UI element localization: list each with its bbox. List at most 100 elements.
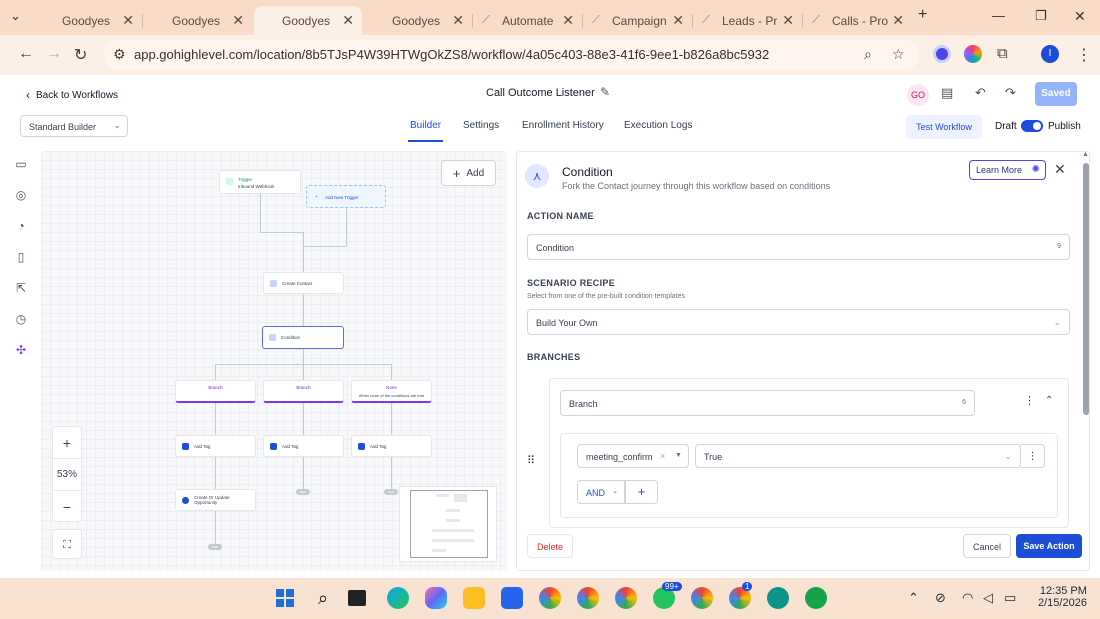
wifi-icon[interactable]: ◠ (962, 590, 973, 606)
browser-tab-5[interactable]: ⟋ Automate ✕ (474, 6, 583, 35)
tab-close-icon[interactable]: ✕ (232, 12, 244, 29)
tab-close-icon[interactable]: ✕ (452, 12, 464, 29)
close-window-icon[interactable]: ✕ (1074, 8, 1086, 25)
external-link-icon[interactable]: ⇱ (14, 281, 28, 295)
undo-icon[interactable]: ↶ (975, 85, 986, 101)
new-tab-plus-icon[interactable]: + (918, 6, 927, 24)
chrome-profile-1-icon[interactable] (539, 587, 561, 609)
extension-2-icon[interactable] (964, 45, 982, 63)
cancel-button[interactable]: Cancel (963, 534, 1011, 558)
fit-view-button[interactable]: ⛶ (52, 529, 82, 559)
learn-more-button[interactable]: Learn More ✺ (969, 160, 1046, 180)
tab-enrollment-history[interactable]: Enrollment History (522, 120, 604, 131)
restore-window-icon[interactable]: ❐ (1035, 8, 1047, 24)
zoom-out-button[interactable]: − (53, 491, 81, 523)
reload-icon[interactable]: ↻ (74, 45, 87, 65)
add-tag-node-1[interactable]: Add Tag (175, 435, 256, 457)
publish-toggle[interactable] (1021, 120, 1043, 132)
browser-tab-2[interactable]: Goodyes ✕ (144, 6, 252, 35)
clear-x-icon[interactable]: × (660, 451, 665, 461)
edit-pencil-icon[interactable]: ✎ (600, 85, 610, 99)
tab-builder[interactable]: Builder (407, 120, 444, 142)
browser-tab-7[interactable]: ⟋ Leads - Pr ✕ (694, 6, 803, 35)
minimize-icon[interactable]: — (992, 8, 1005, 23)
close-panel-icon[interactable]: ✕ (1054, 161, 1066, 178)
task-view-icon[interactable] (348, 590, 366, 606)
extension-1-icon[interactable] (933, 45, 951, 63)
check-circle-icon[interactable]: ◎ (14, 188, 28, 202)
battery-icon[interactable]: ▭ (1004, 590, 1016, 606)
builder-type-select[interactable]: Standard Builder ⌄ (20, 115, 128, 137)
saved-button[interactable]: Saved (1035, 82, 1077, 106)
workflow-name[interactable]: Call Outcome Listener (486, 87, 595, 99)
panel-scrollbar[interactable]: ▲ ▼ (1082, 151, 1090, 597)
browser-tab-3-active[interactable]: Goodyes ✕ (254, 6, 362, 35)
history-icon[interactable]: ◷ (14, 312, 28, 326)
back-to-workflows-link[interactable]: ‹ Back to Workflows (26, 88, 118, 102)
scrollbar-thumb[interactable] (1083, 163, 1089, 415)
notes-icon[interactable]: ▤ (941, 85, 953, 101)
redo-icon[interactable]: ↷ (1005, 85, 1016, 101)
tab-close-icon[interactable]: ✕ (122, 12, 134, 29)
browser-tab-4[interactable]: Goodyes ✕ (364, 6, 473, 35)
condition-node[interactable]: Condition (262, 326, 344, 349)
file-explorer-icon[interactable] (463, 587, 485, 609)
chrome-profile-3-icon[interactable] (615, 587, 637, 609)
system-clock[interactable]: 12:35 PM 2/15/2026 (1038, 585, 1087, 609)
test-workflow-button[interactable]: Test Workflow (906, 115, 982, 139)
tab-search-chevron-icon[interactable]: ⌄ (10, 8, 21, 24)
tab-close-icon[interactable]: ✕ (342, 12, 354, 29)
document-icon[interactable]: ▯ (14, 250, 28, 264)
add-tag-node-3[interactable]: Add Tag (351, 435, 432, 457)
add-tag-node-2[interactable]: Add Tag (263, 435, 344, 457)
branch-name-input[interactable]: Branch 6 (560, 390, 975, 416)
canvas-minimap[interactable] (399, 486, 497, 562)
tray-overflow-chevron-icon[interactable]: ⌃ (908, 590, 919, 606)
microsoft-store-icon[interactable] (501, 587, 523, 609)
windows-start-icon[interactable] (274, 587, 296, 609)
action-name-input[interactable]: Condition 9 (527, 234, 1070, 260)
add-new-trigger-node[interactable]: + Add New Trigger (306, 185, 386, 208)
pie-chart-icon[interactable]: ◔ (14, 219, 28, 233)
tab-settings[interactable]: Settings (463, 120, 499, 131)
location-off-icon[interactable]: ⊘ (935, 590, 946, 606)
ai-sparkle-icon[interactable]: ✣ (14, 343, 28, 357)
branch-options-kebab-icon[interactable]: ⋮ (1024, 394, 1035, 407)
profile-avatar[interactable]: I (1041, 45, 1059, 63)
trigger-node[interactable]: Trigger Inbound Webhook (219, 170, 301, 194)
forward-arrow-icon[interactable]: → (46, 45, 62, 63)
spotify-icon[interactable] (805, 587, 827, 609)
browser-tab-1[interactable]: Goodyes ✕ (34, 6, 143, 35)
chat-icon[interactable]: ▭ (14, 157, 28, 171)
zoom-magnifier-icon[interactable]: ⌕ (864, 46, 872, 63)
bookmark-star-icon[interactable]: ☆ (892, 46, 905, 63)
browser-tab-8[interactable]: ⟋ Calls - Pro ✕ (804, 6, 912, 35)
extensions-puzzle-icon[interactable]: ⧉ (997, 45, 1008, 62)
volume-icon[interactable]: ◁ (983, 590, 993, 606)
edge-browser-icon[interactable] (387, 587, 409, 609)
chrome-profile-2-icon[interactable] (577, 587, 599, 609)
user-avatar[interactable]: GO (907, 84, 929, 106)
zoom-in-button[interactable]: + (53, 427, 81, 459)
create-contact-node[interactable]: Create Contact (263, 272, 344, 294)
tab-close-icon[interactable]: ✕ (562, 12, 574, 29)
browser-menu-icon[interactable]: ⋮ (1076, 45, 1092, 65)
drag-handle-icon[interactable]: ⠿ (527, 454, 535, 467)
browser-tab-6[interactable]: ⟋ Campaign ✕ (584, 6, 693, 35)
and-operator-select[interactable]: AND ⌄ (577, 480, 625, 504)
scenario-recipe-select[interactable]: Build Your Own ⌄ (527, 309, 1070, 335)
tab-execution-logs[interactable]: Execution Logs (624, 120, 692, 131)
condition-value-select[interactable]: True ⌄ (695, 444, 1021, 468)
save-action-button[interactable]: Save Action (1016, 534, 1082, 558)
none-branch-node[interactable]: None When none of the conditions are tru… (351, 380, 432, 403)
tab-close-icon[interactable]: ✕ (892, 12, 904, 29)
site-info-icon[interactable]: ⚙ (113, 46, 126, 63)
tab-close-icon[interactable]: ✕ (782, 12, 794, 29)
chrome-profile-4-icon[interactable] (691, 587, 713, 609)
create-opportunity-node[interactable]: Create Or Update Opportunity (175, 489, 256, 511)
scroll-up-arrow-icon[interactable]: ▲ (1082, 151, 1089, 158)
add-condition-button[interactable]: + (625, 480, 658, 504)
search-icon[interactable]: ⌕ (312, 587, 334, 609)
branch-node-1[interactable]: Branch (175, 380, 256, 403)
copilot-icon[interactable] (425, 587, 447, 609)
